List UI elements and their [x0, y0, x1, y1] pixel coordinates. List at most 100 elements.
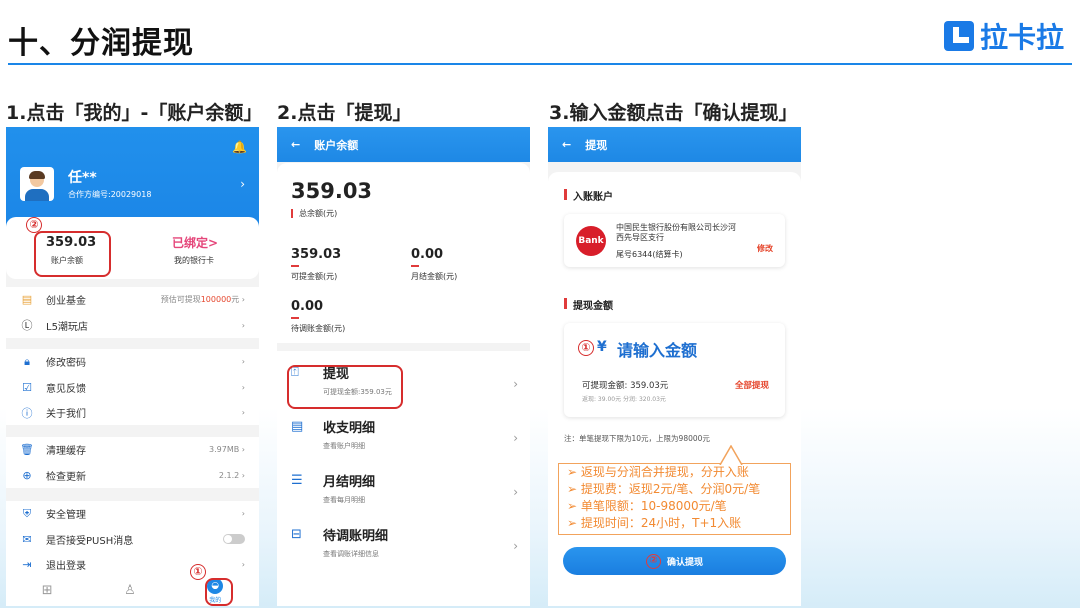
adjust-icon: ⊟ [291, 527, 302, 542]
tab-home[interactable]: ⊞ [41, 582, 53, 599]
highlight-box [287, 365, 403, 409]
slide-title: 十、分润提现 [8, 26, 194, 61]
accent-bar [291, 265, 299, 267]
currency-symbol: ¥ [597, 339, 607, 355]
pending-option[interactable]: ⊟ 待调账明细 查看调账详细信息 › [277, 519, 530, 573]
phone-screen-mine: 🔔 任** 合作方编号:20029018 › ② 359.03 账户余额 已绑定… [6, 127, 259, 606]
monthly-option[interactable]: ☰ 月结明细 查看每月明细 › [277, 465, 530, 519]
chevron-right-icon: › [513, 377, 518, 391]
bank-card-tail: 尾号6344(结算卡) [616, 250, 683, 259]
brand-logo: 拉卡拉 [943, 16, 1064, 56]
menu-item-cache[interactable]: 🗑︎ 清理缓存 3.97MB › [6, 437, 259, 463]
menu-item-push[interactable]: ✉ 是否接受PUSH消息 [6, 527, 259, 553]
tip-line: ➢ 返现与分润合并提现，分开入账 [567, 465, 749, 479]
callout-pointer [719, 445, 743, 465]
balance-label[interactable]: 账户余额 [51, 255, 83, 266]
monthly-value: 0.00 [411, 247, 444, 262]
app-version: 2.1.2 › [218, 470, 245, 480]
amount-input[interactable]: 请输入金额 [617, 337, 697, 361]
menu-item-password[interactable]: 🔒︎ 修改密码 › [6, 349, 259, 375]
trash-icon: 🗑︎ [20, 443, 34, 457]
bank-card-label[interactable]: 我的银行卡 [174, 255, 214, 266]
user-name: 任** [68, 170, 97, 186]
coins-icon: ▤ [21, 293, 33, 307]
edit-account-button[interactable]: 修改 [757, 243, 773, 254]
menu-item-feedback[interactable]: ☑ 意见反馈 › [6, 375, 259, 401]
update-icon: ⊕ [22, 468, 32, 482]
amount-breakdown: 返现: 39.00元 分润: 320.03元 [582, 396, 666, 403]
withdraw-all-button[interactable]: 全部提现 [735, 379, 769, 391]
option-subtitle: 查看调账详细信息 [323, 550, 379, 558]
bank-card-bound[interactable]: 已绑定> [172, 234, 218, 251]
option-subtitle: 查看每月明细 [323, 496, 365, 504]
step-2-title: 2.点击「提现」 [277, 102, 412, 124]
operations-card: ⍐ 提现 可提现金额:359.03元 › ▤ 收支明细 查看账户明细 › ☰ 月… [277, 351, 530, 606]
step-1-title: 1.点击「我的」-「账户余额」 [6, 102, 263, 124]
menu-item-label: 意见反馈 [46, 383, 86, 395]
chevron-right-icon[interactable]: › [240, 177, 245, 191]
menu-item-label: 创业基金 [46, 296, 86, 308]
page-title: 账户余额 [314, 138, 359, 152]
tab-team[interactable]: ♙ [124, 583, 136, 599]
brand-name: 拉卡拉 [979, 21, 1064, 54]
monthly-label: 月结金额(元) [411, 272, 458, 281]
menu-item-fund[interactable]: ▤ 创业基金 预估可提现100000元 › [6, 287, 259, 313]
logout-icon: ⇥ [22, 558, 32, 572]
chevron-right-icon: › [513, 485, 518, 499]
menu-item-label: 清理缓存 [46, 446, 86, 458]
option-subtitle: 查看账户明细 [323, 442, 365, 450]
menu-item-logout[interactable]: ⇥ 退出登录 › [6, 552, 259, 578]
menu-item-label: 是否接受PUSH消息 [46, 535, 134, 547]
transactions-option[interactable]: ▤ 收支明细 查看账户明细 › [277, 411, 530, 465]
chevron-right-icon: › [241, 382, 245, 392]
pending-label: 待调账金额(元) [291, 324, 346, 333]
balance-value[interactable]: 359.03 [46, 235, 96, 250]
section-account-title: 入账账户 [564, 188, 613, 203]
balance-summary-card: 359.03 总余额(元) 359.03 可提金额(元) 0.00 月结金额(元… [277, 163, 530, 343]
pending-value: 0.00 [291, 299, 324, 314]
chevron-right-icon: › [513, 539, 518, 553]
section-amount-title: 提现金额 [564, 297, 613, 312]
nav-header: ← 账户余额 [277, 127, 530, 162]
highlight-box [205, 578, 233, 606]
step-marker-2: ② [645, 553, 661, 569]
total-balance-value: 359.03 [291, 179, 373, 203]
chevron-right-icon: › [241, 320, 245, 330]
menu-item-label: 关于我们 [46, 409, 86, 421]
menu-item-l5[interactable]: Ⓛ L5潮玩店 › [6, 313, 259, 339]
menu-group-4: ⛨ 安全管理 › ✉ 是否接受PUSH消息 ⇥ 退出登录 › [6, 501, 259, 577]
cache-size: 3.97MB › [209, 445, 245, 455]
feedback-icon: ☑ [22, 380, 32, 394]
withdrawable-value: 359.03 [291, 247, 342, 262]
tip-line: ➢ 提现时间：24小时，T+1入账 [567, 516, 742, 530]
bank-account-card[interactable]: Bank 中国民生银行股份有限公司长沙河西先导区支行 尾号6344(结算卡) 修… [564, 214, 785, 267]
tips-callout: ➢ 返现与分润合并提现，分开入账 ➢ 提现费：返现2元/笔、分润0元/笔 ➢ 单… [558, 463, 791, 535]
brand-mark-icon [943, 21, 974, 51]
total-balance-label: 总余额(元) [291, 209, 337, 218]
bank-logo: Bank [576, 226, 606, 256]
chevron-right-icon: › [241, 408, 245, 418]
step-3-title: 3.输入金额点击「确认提现」 [549, 102, 798, 124]
ledger-icon: ▤ [291, 419, 304, 434]
home-icon: ⊞ [41, 582, 53, 598]
push-toggle[interactable] [223, 534, 245, 545]
mail-icon: ✉ [22, 532, 32, 546]
withdrawable-label: 可提金额(元) [291, 272, 338, 281]
confirm-withdraw-button[interactable]: ② 确认提现 [563, 547, 786, 575]
menu-item-about[interactable]: ⓘ 关于我们 › [6, 400, 259, 426]
back-arrow-icon[interactable]: ← [291, 138, 300, 151]
bell-icon[interactable]: 🔔 [232, 140, 247, 154]
tip-line: ➢ 单笔限额：10-98000元/笔 [567, 499, 727, 513]
back-arrow-icon[interactable]: ← [562, 138, 571, 151]
avatar[interactable] [20, 167, 54, 201]
accent-bar [291, 317, 299, 319]
option-title: 收支明细 [323, 421, 376, 436]
lock-icon: 🔒︎ [24, 354, 30, 368]
menu-group-1: ▤ 创业基金 预估可提现100000元 › Ⓛ L5潮玩店 › [6, 287, 259, 338]
menu-item-label: 修改密码 [46, 358, 86, 370]
menu-item-label: 安全管理 [46, 510, 86, 522]
menu-item-security[interactable]: ⛨ 安全管理 › [6, 501, 259, 527]
menu-item-update[interactable]: ⊕ 检查更新 2.1.2 › [6, 463, 259, 489]
option-title: 月结明细 [323, 475, 376, 490]
step-marker-1: ① [190, 564, 206, 580]
